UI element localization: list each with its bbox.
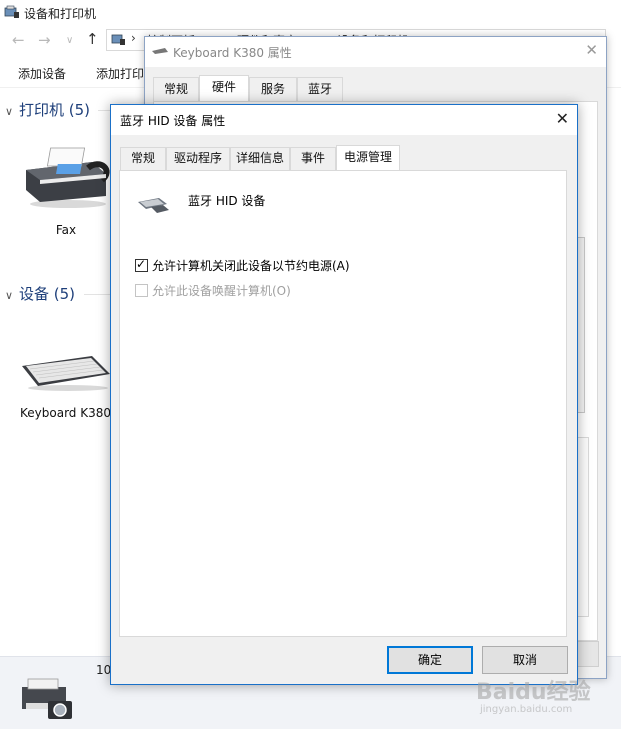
explorer-title: 设备和打印机 <box>24 7 97 21</box>
allow-wake-checkbox <box>135 284 148 297</box>
tab-power-management[interactable]: 电源管理 <box>336 145 400 171</box>
watermark-text: Baidu经验 <box>476 680 591 705</box>
fax-icon[interactable] <box>22 140 110 210</box>
keyboard-dialog-title: Keyboard K380 属性 <box>173 46 292 60</box>
tab-driver[interactable]: 驱动程序 <box>166 147 230 170</box>
camera-printer-icon <box>22 678 72 719</box>
back-apply-button[interactable] <box>577 641 599 667</box>
tab-details[interactable]: 详细信息 <box>230 147 290 170</box>
recent-chevron-icon[interactable]: ∨ <box>66 35 73 46</box>
back-tab-general[interactable]: 常规 <box>153 77 199 101</box>
close-icon[interactable]: ✕ <box>556 109 569 128</box>
power-management-panel: 蓝牙 HID 设备 允许计算机关闭此设备以节约电源(A) 允许此设备唤醒计算机(… <box>119 170 567 637</box>
ok-button[interactable]: 确定 <box>387 646 473 674</box>
chevron-down-icon: ∨ <box>5 289 14 302</box>
back-arrow-icon[interactable]: ← <box>12 31 25 49</box>
device-label-fax[interactable]: Fax <box>40 223 92 237</box>
allow-power-off-checkbox[interactable] <box>135 257 148 272</box>
up-arrow-icon[interactable]: ↑ <box>86 30 99 48</box>
add-device-button[interactable]: 添加设备 <box>18 65 66 82</box>
devices-printers-icon <box>4 5 19 18</box>
keyboard-icon <box>152 48 168 54</box>
tab-general[interactable]: 常规 <box>120 147 166 170</box>
group-devices-header[interactable]: ∨ 设备 (5) <box>5 283 75 304</box>
device-label-keyboard[interactable]: Keyboard K380 <box>20 406 114 420</box>
allow-wake-label: 允许此设备唤醒计算机(O) <box>152 284 291 298</box>
chevron-down-icon: ∨ <box>5 105 14 118</box>
device-count: 10 <box>96 663 112 677</box>
allow-power-off-label: 允许计算机关闭此设备以节约电源(A) <box>152 259 350 273</box>
close-icon[interactable]: ✕ <box>585 41 598 59</box>
device-name: 蓝牙 HID 设备 <box>188 194 266 208</box>
keyboard-icon[interactable] <box>20 352 112 392</box>
hid-dialog-titlebar: 蓝牙 HID 设备 属性 ✕ <box>111 105 577 135</box>
hid-dialog-title: 蓝牙 HID 设备 属性 <box>120 114 226 128</box>
breadcrumb-separator-icon: › <box>131 31 136 45</box>
watermark-url: jingyan.baidu.com <box>480 704 573 715</box>
hid-device-icon <box>138 198 169 213</box>
add-printer-button[interactable]: 添加打印 <box>96 65 144 82</box>
allow-power-off-option[interactable]: 允许计算机关闭此设备以节约电源(A) <box>135 257 350 274</box>
group-printers-header[interactable]: ∨ 打印机 (5) <box>5 99 90 120</box>
control-panel-icon <box>111 34 125 45</box>
keyboard-dialog-titlebar: Keyboard K380 属性 ✕ <box>145 37 606 67</box>
back-tab-bluetooth[interactable]: 蓝牙 <box>297 77 343 101</box>
watermark-logo: Baidu经验 jingyan.baidu.com <box>476 674 616 724</box>
hid-properties-dialog: 蓝牙 HID 设备 属性 ✕ 常规 驱动程序 详细信息 事件 电源管理 蓝牙 H… <box>110 104 578 685</box>
back-tab-hardware[interactable]: 硬件 <box>199 75 249 102</box>
back-scrollbar[interactable] <box>577 237 585 413</box>
cancel-button[interactable]: 取消 <box>482 646 568 674</box>
tab-events[interactable]: 事件 <box>290 147 336 170</box>
explorer-titlebar: 设备和打印机 <box>0 0 621 26</box>
forward-arrow-icon[interactable]: → <box>38 31 51 49</box>
back-tab-services[interactable]: 服务 <box>249 77 297 101</box>
allow-wake-option: 允许此设备唤醒计算机(O) <box>135 282 291 299</box>
